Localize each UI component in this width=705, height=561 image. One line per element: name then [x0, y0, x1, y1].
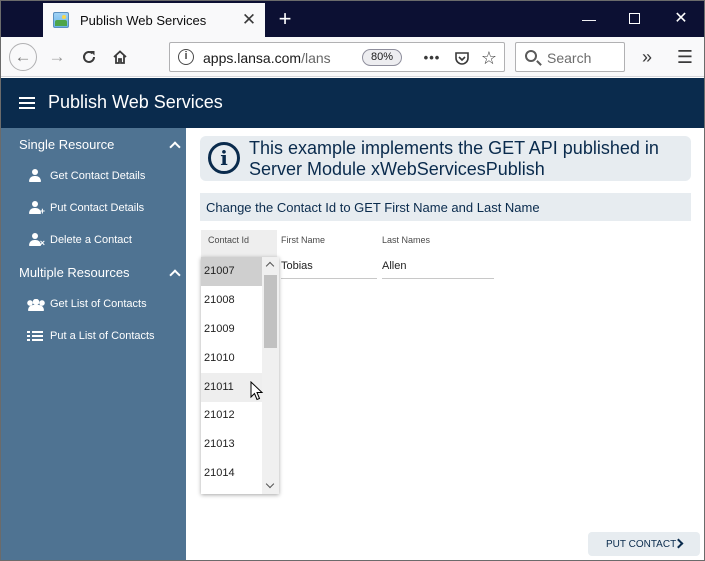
contact-id-field[interactable]: Contact Id — [201, 230, 277, 257]
maximize-icon[interactable] — [611, 1, 657, 37]
scroll-down-icon[interactable] — [262, 478, 279, 494]
first-name-underline — [281, 278, 377, 279]
last-names-underline — [382, 278, 494, 279]
url-text[interactable]: apps.lansa.com/lans — [203, 50, 355, 66]
put-contact-label: PUT CONTACT — [606, 538, 677, 550]
dropdown-option[interactable]: 21012 — [201, 401, 262, 430]
user-icon — [27, 169, 45, 183]
dropdown-option[interactable]: 21013 — [201, 430, 262, 459]
sidebar-item-label: Get List of Contacts — [50, 298, 147, 310]
sidebar-item-put-a-list-of-contacts[interactable]: Put a List of Contacts — [27, 326, 155, 346]
dropdown-option[interactable]: 21010 — [201, 344, 262, 373]
chevron-up-icon[interactable] — [169, 139, 181, 151]
sidebar-item-label: Put a List of Contacts — [50, 330, 155, 342]
scrollbar-thumb[interactable] — [264, 275, 277, 348]
app-title: Publish Web Services — [48, 92, 223, 112]
users-icon — [27, 297, 45, 311]
section-header: Change the Contact Id to GET First Name … — [200, 193, 691, 221]
menu-icon[interactable]: ☰ — [671, 43, 699, 71]
info-text: This example implements the GET API publ… — [249, 138, 659, 179]
dropdown-option[interactable]: 21008 — [201, 286, 262, 315]
tab-close-icon[interactable]: ✕ — [237, 10, 261, 30]
scroll-up-icon[interactable] — [262, 257, 279, 273]
sidebar-item-label: Delete a Contact — [50, 234, 132, 246]
app-header: Publish Web Services — [1, 78, 704, 128]
search-icon — [525, 50, 537, 62]
first-name-label: First Name — [281, 235, 326, 245]
list-icon — [27, 329, 45, 343]
sidebar-section-single-resource[interactable]: Single Resource — [19, 137, 114, 152]
user-plus-icon: + — [27, 201, 45, 216]
back-icon[interactable]: ← — [9, 43, 37, 71]
sidebar-section-multiple-resources[interactable]: Multiple Resources — [19, 265, 130, 280]
dropdown-option[interactable]: 21009 — [201, 315, 262, 344]
section-title: Change the Contact Id to GET First Name … — [206, 200, 540, 215]
mouse-cursor-icon — [250, 381, 264, 401]
put-contact-button[interactable]: PUT CONTACT — [588, 532, 700, 556]
home-icon[interactable] — [106, 43, 134, 71]
tab-title: Publish Web Services — [80, 12, 207, 28]
sidebar-item-get-list-of-contacts[interactable]: Get List of Contacts — [27, 294, 147, 314]
info-banner: i This example implements the GET API pu… — [200, 136, 691, 181]
window-close-icon[interactable]: ✕ — [658, 1, 704, 37]
new-tab-icon[interactable]: + — [273, 6, 297, 32]
reload-icon[interactable] — [75, 43, 103, 71]
url-bar[interactable]: i apps.lansa.com/lans 80% ••• ☆ — [169, 42, 505, 72]
contact-id-dropdown-list[interactable]: 21007 21008 21009 21010 21011 21012 2101… — [201, 257, 279, 494]
more-icon[interactable]: ••• — [421, 47, 443, 69]
sidebar-item-delete-a-contact[interactable]: × Delete a Contact — [27, 230, 132, 250]
dropdown-option[interactable]: 21007 — [201, 257, 262, 286]
contact-id-label: Contact Id — [208, 235, 250, 245]
search-placeholder: Search — [547, 50, 592, 66]
last-names-value[interactable]: Allen — [382, 260, 406, 272]
search-bar[interactable]: Search — [515, 42, 625, 72]
favicon-icon — [53, 12, 69, 28]
dropdown-scrollbar[interactable] — [262, 257, 279, 494]
sidebar-item-label: Get Contact Details — [50, 170, 146, 182]
navigation-toolbar: ← → i apps.lansa.com/lans 80% ••• ☆ Sear… — [1, 37, 704, 77]
browser-tab[interactable]: Publish Web Services ✕ — [43, 3, 265, 37]
info-circle-icon: i — [208, 142, 240, 174]
overflow-icon[interactable]: » — [633, 43, 661, 71]
user-delete-icon: × — [27, 233, 45, 248]
forward-icon[interactable]: → — [43, 43, 71, 71]
sidebar-item-label: Put Contact Details — [50, 202, 145, 214]
minimize-icon[interactable]: — — [566, 1, 612, 37]
zoom-indicator[interactable]: 80% — [362, 49, 402, 66]
star-icon[interactable]: ☆ — [478, 47, 500, 69]
last-names-label: Last Names — [382, 235, 431, 245]
dropdown-option[interactable]: 21014 — [201, 459, 262, 488]
sidebar-item-get-contact-details[interactable]: Get Contact Details — [27, 166, 145, 186]
chevron-up-icon[interactable] — [169, 267, 181, 279]
browser-window: Publish Web Services ✕ + — ✕ ← → i apps.… — [0, 0, 705, 561]
pocket-icon[interactable] — [451, 47, 473, 69]
sidebar-item-put-contact-details[interactable]: + Put Contact Details — [27, 198, 144, 218]
main-content: i This example implements the GET API pu… — [186, 128, 704, 560]
site-info-icon[interactable]: i — [178, 49, 194, 65]
hamburger-icon[interactable] — [19, 97, 35, 109]
first-name-value[interactable]: Tobias — [281, 260, 313, 272]
sidebar: Single Resource Get Contact Details + Pu… — [1, 128, 186, 560]
title-bar: Publish Web Services ✕ + — ✕ — [1, 1, 704, 37]
